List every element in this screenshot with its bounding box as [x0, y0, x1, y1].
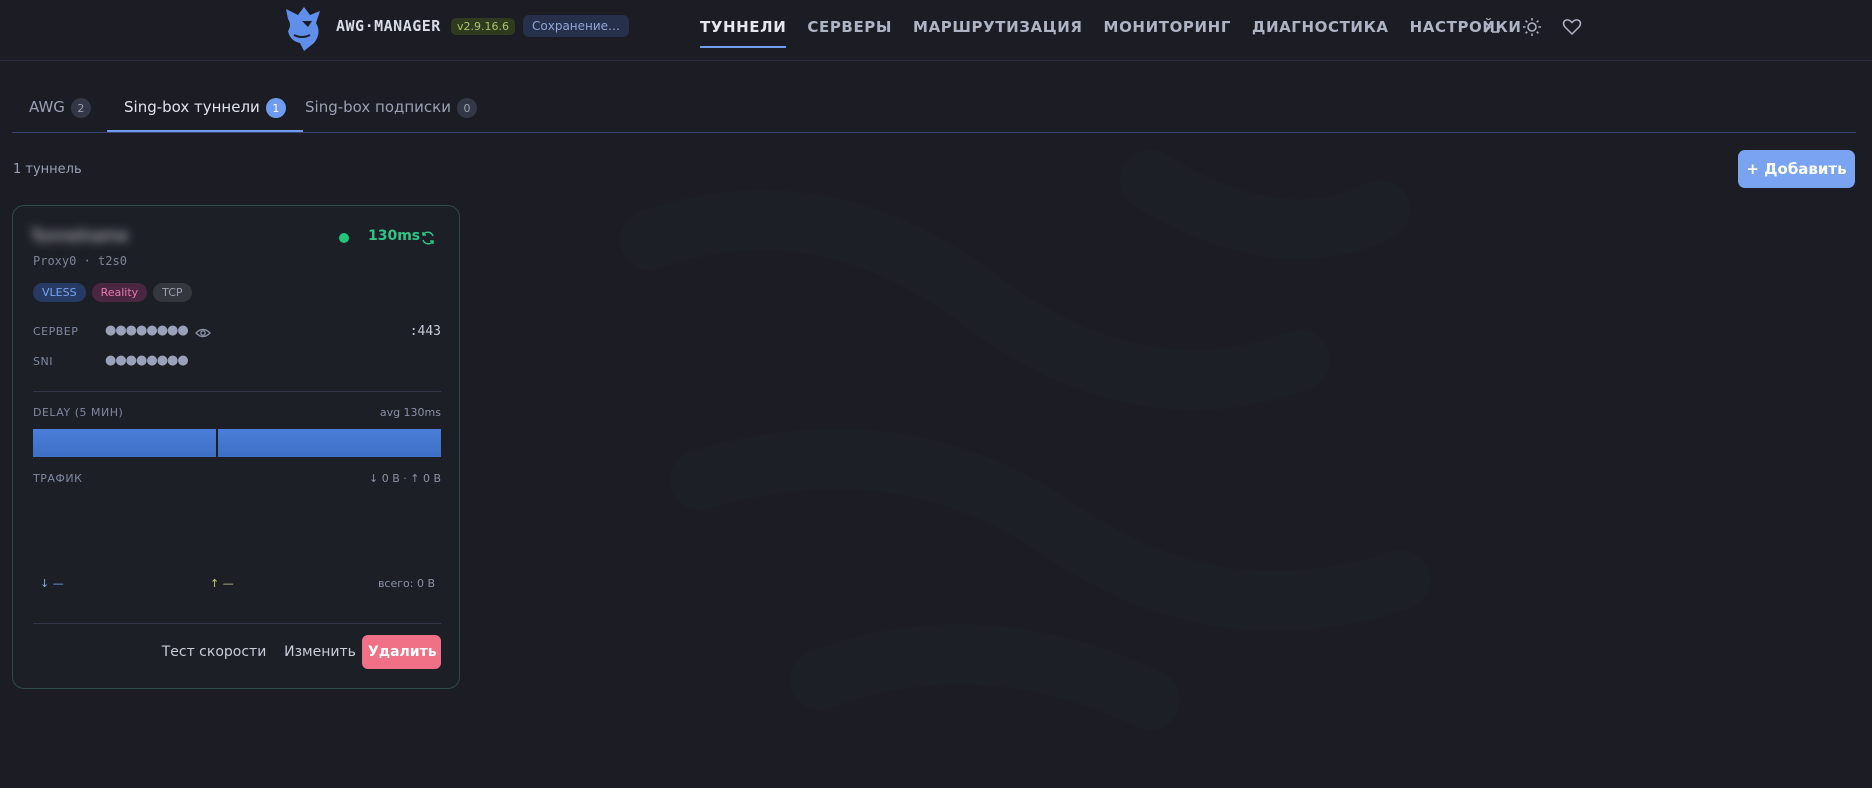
tag-tcp: TCP — [153, 283, 192, 302]
tab-label: Sing-box подписки — [305, 98, 451, 116]
heart-icon[interactable] — [1562, 17, 1582, 37]
server-value: ●●●●●●●● — [105, 323, 189, 338]
main-nav: ТУННЕЛИ СЕРВЕРЫ МАРШРУТИЗАЦИЯ МОНИТОРИНГ… — [700, 18, 1522, 48]
traffic-up: ↑ — — [210, 577, 234, 590]
tab-singbox-subscriptions[interactable]: Sing-box подписки 0 — [305, 88, 477, 132]
tunnel-type-tabs: AWG 2 Sing-box туннели 1 Sing-box подпис… — [12, 88, 1856, 133]
sni-label: SNI — [33, 355, 53, 368]
tunnel-card: Tunnelname Proxy0 · t2s0 130ms VLESS Rea… — [12, 205, 460, 689]
eye-icon[interactable] — [195, 325, 211, 341]
edit-button[interactable]: Изменить — [270, 635, 370, 669]
nav-servers[interactable]: СЕРВЕРЫ — [807, 18, 892, 48]
tab-label: AWG — [29, 98, 65, 116]
server-port: :443 — [409, 324, 441, 339]
server-label: СЕРВЕР — [33, 325, 79, 338]
saving-status: Сохранение… — [523, 15, 630, 37]
sun-icon[interactable] — [1522, 17, 1542, 37]
version-badge: v2.9.16.6 — [451, 18, 515, 35]
status-indicator — [339, 233, 349, 243]
tab-singbox-tunnels[interactable]: Sing-box туннели 1 — [107, 88, 303, 132]
latency-value: 130ms — [368, 228, 421, 244]
tag-reality: Reality — [91, 283, 148, 302]
speed-test-button[interactable]: Тест скорости — [143, 635, 285, 669]
tag-vless: VLESS — [33, 283, 86, 302]
sni-value: ●●●●●●●● — [105, 353, 189, 368]
tunnel-subtitle: Proxy0 · t2s0 — [33, 254, 127, 268]
delay-average: avg 130ms — [379, 406, 441, 419]
tunnel-count: 1 туннель — [13, 162, 82, 177]
tab-count-badge: 2 — [70, 98, 91, 118]
brand-name: AWG·MANAGER — [336, 17, 441, 35]
logo-icon — [286, 7, 320, 51]
traffic-total: всего: 0 B — [377, 577, 435, 590]
delay-label: DELAY (5 МИН) — [33, 406, 124, 419]
top-header: AWG·MANAGER v2.9.16.6 Сохранение… ТУННЕЛ… — [0, 0, 1872, 61]
delay-chart — [33, 429, 441, 457]
tab-awg[interactable]: AWG 2 — [29, 88, 91, 132]
divider — [33, 391, 441, 392]
nav-tunnels[interactable]: ТУННЕЛИ — [700, 18, 787, 48]
tab-count-badge: 1 — [265, 98, 286, 118]
nav-diagnostics[interactable]: ДИАГНОСТИКА — [1252, 18, 1389, 48]
terminal-icon[interactable] — [1482, 17, 1502, 37]
add-button[interactable]: + Добавить — [1738, 150, 1855, 188]
nav-routing[interactable]: МАРШРУТИЗАЦИЯ — [913, 18, 1083, 48]
protocol-tags: VLESS Reality TCP — [33, 283, 192, 302]
tunnel-name: Tunnelname — [31, 226, 129, 245]
divider — [33, 623, 441, 624]
tab-label: Sing-box туннели — [124, 98, 260, 116]
nav-settings[interactable]: НАСТРОЙКИ — [1410, 18, 1522, 48]
nav-monitoring[interactable]: МОНИТОРИНГ — [1104, 18, 1231, 48]
traffic-down: ↓ — — [40, 577, 64, 590]
traffic-label: ТРАФИК — [33, 472, 83, 485]
delete-button[interactable]: Удалить — [362, 635, 441, 669]
refresh-icon[interactable] — [420, 230, 436, 246]
tab-count-badge: 0 — [456, 98, 477, 118]
traffic-summary: ↓ 0 B · ↑ 0 B — [369, 472, 441, 485]
delay-chart-separator — [216, 429, 218, 457]
